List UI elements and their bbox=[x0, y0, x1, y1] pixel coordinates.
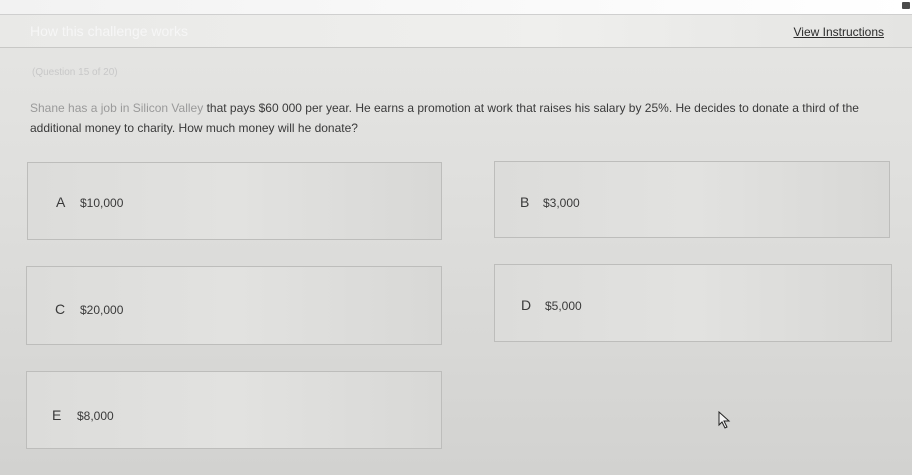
option-value: $20,000 bbox=[80, 303, 124, 317]
option-letter: A bbox=[56, 194, 66, 210]
question-number: (Question 15 of 20) bbox=[32, 67, 118, 78]
answer-option-b[interactable]: B $3,000 bbox=[494, 161, 890, 238]
option-value: $8,000 bbox=[77, 409, 114, 423]
answer-option-a[interactable]: A $10,000 bbox=[27, 162, 442, 240]
mouse-cursor-icon bbox=[718, 411, 731, 429]
window-control-icon[interactable] bbox=[902, 2, 910, 9]
question-text: Shane has a job in Silicon Valley that p… bbox=[30, 98, 880, 138]
option-value: $10,000 bbox=[80, 196, 124, 210]
page-title: How this challenge works bbox=[30, 23, 188, 39]
question-text-faded: Shane has a job in Silicon Valley bbox=[30, 101, 204, 115]
answer-option-c[interactable]: C $20,000 bbox=[26, 266, 442, 345]
option-letter: D bbox=[521, 297, 532, 313]
challenge-header: How this challenge works View Instructio… bbox=[0, 15, 912, 48]
view-instructions-link[interactable]: View Instructions bbox=[794, 25, 885, 39]
option-letter: C bbox=[55, 301, 66, 317]
option-value: $3,000 bbox=[543, 196, 580, 210]
browser-top-bar bbox=[0, 0, 912, 15]
option-value: $5,000 bbox=[545, 299, 582, 313]
option-letter: B bbox=[520, 194, 530, 210]
option-letter: E bbox=[52, 407, 62, 423]
answer-option-d[interactable]: D $5,000 bbox=[494, 264, 892, 342]
answer-option-e[interactable]: E $8,000 bbox=[26, 371, 442, 449]
